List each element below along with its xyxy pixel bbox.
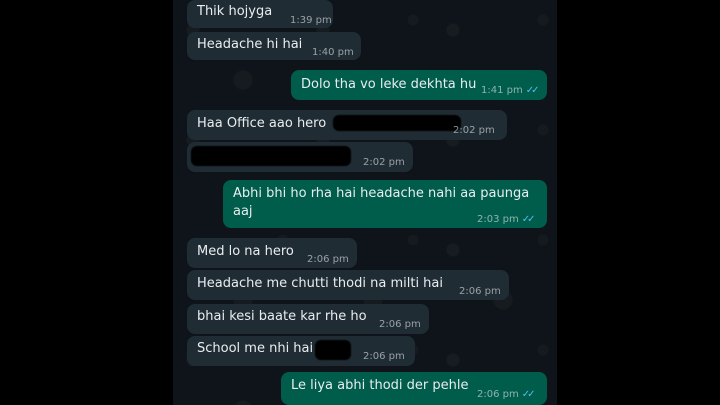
double-check-icon: ✓✓ <box>521 389 536 400</box>
message-incoming[interactable]: Headache me chutti thodi na milti hai 2:… <box>187 270 509 300</box>
message-time: 2:06 pm ✓✓ <box>477 387 536 403</box>
message-text: Headache hi hai <box>197 37 303 52</box>
message-time: 2:02 pm <box>363 157 405 168</box>
message-text: Le liya abhi thodi der pehle <box>291 378 469 393</box>
message-text: Dolo tha vo leke dekhta hu <box>301 77 477 92</box>
message-time: 2:03 pm ✓✓ <box>477 212 536 228</box>
message-incoming[interactable]: Med lo na hero 2:06 pm <box>187 238 357 268</box>
message-outgoing[interactable]: Le liya abhi thodi der pehle 2:06 pm ✓✓ <box>281 372 547 405</box>
redacted-content <box>315 340 351 360</box>
message-incoming[interactable]: Headache hi hai 1:40 pm <box>187 32 361 60</box>
message-text: Abhi bhi ho rha hai headache nahi aa pau… <box>233 186 530 201</box>
message-time: 2:06 pm <box>459 286 501 297</box>
message-time: 2:06 pm <box>307 254 349 265</box>
message-time: 1:40 pm <box>312 47 354 58</box>
message-incoming[interactable]: 2:02 pm <box>187 142 413 172</box>
message-incoming[interactable]: Haa Office aao hero 2:02 pm <box>187 110 507 140</box>
message-text: Med lo na hero <box>197 244 294 259</box>
message-text: School me nhi hai <box>197 341 314 356</box>
message-text: Headache me chutti thodi na milti hai <box>197 276 444 291</box>
message-outgoing[interactable]: Dolo tha vo leke dekhta hu 1:41 pm ✓✓ <box>291 70 547 100</box>
chat-conversation: Thik hojyga 1:39 pm Headache hi hai 1:40… <box>173 0 557 405</box>
message-time-label: 2:06 pm <box>477 389 519 400</box>
message-incoming[interactable]: Thik hojyga 1:39 pm <box>187 0 333 28</box>
message-time: 2:06 pm <box>379 319 421 330</box>
message-outgoing[interactable]: Abhi bhi ho rha hai headache nahi aa pau… <box>223 180 547 228</box>
message-incoming[interactable]: bhai kesi baate kar rhe ho 2:06 pm <box>187 304 429 334</box>
message-text: bhai kesi baate kar rhe ho <box>197 309 367 324</box>
message-text: Thik hojyga <box>197 4 273 19</box>
message-time: 1:41 pm ✓✓ <box>481 83 540 99</box>
redacted-content <box>333 115 461 131</box>
message-incoming[interactable]: School me nhi hai 2:06 pm <box>187 336 415 366</box>
message-time: 2:06 pm <box>363 351 405 362</box>
message-text: Haa Office aao hero <box>197 116 327 131</box>
redacted-content <box>191 146 351 166</box>
message-time: 2:02 pm <box>453 125 495 136</box>
message-time-label: 2:03 pm <box>477 214 519 225</box>
message-text-line2: aaj <box>233 204 253 219</box>
message-time-label: 1:41 pm <box>481 85 523 96</box>
double-check-icon: ✓✓ <box>525 85 540 96</box>
message-time: 1:39 pm <box>290 15 332 26</box>
double-check-icon: ✓✓ <box>521 214 536 225</box>
